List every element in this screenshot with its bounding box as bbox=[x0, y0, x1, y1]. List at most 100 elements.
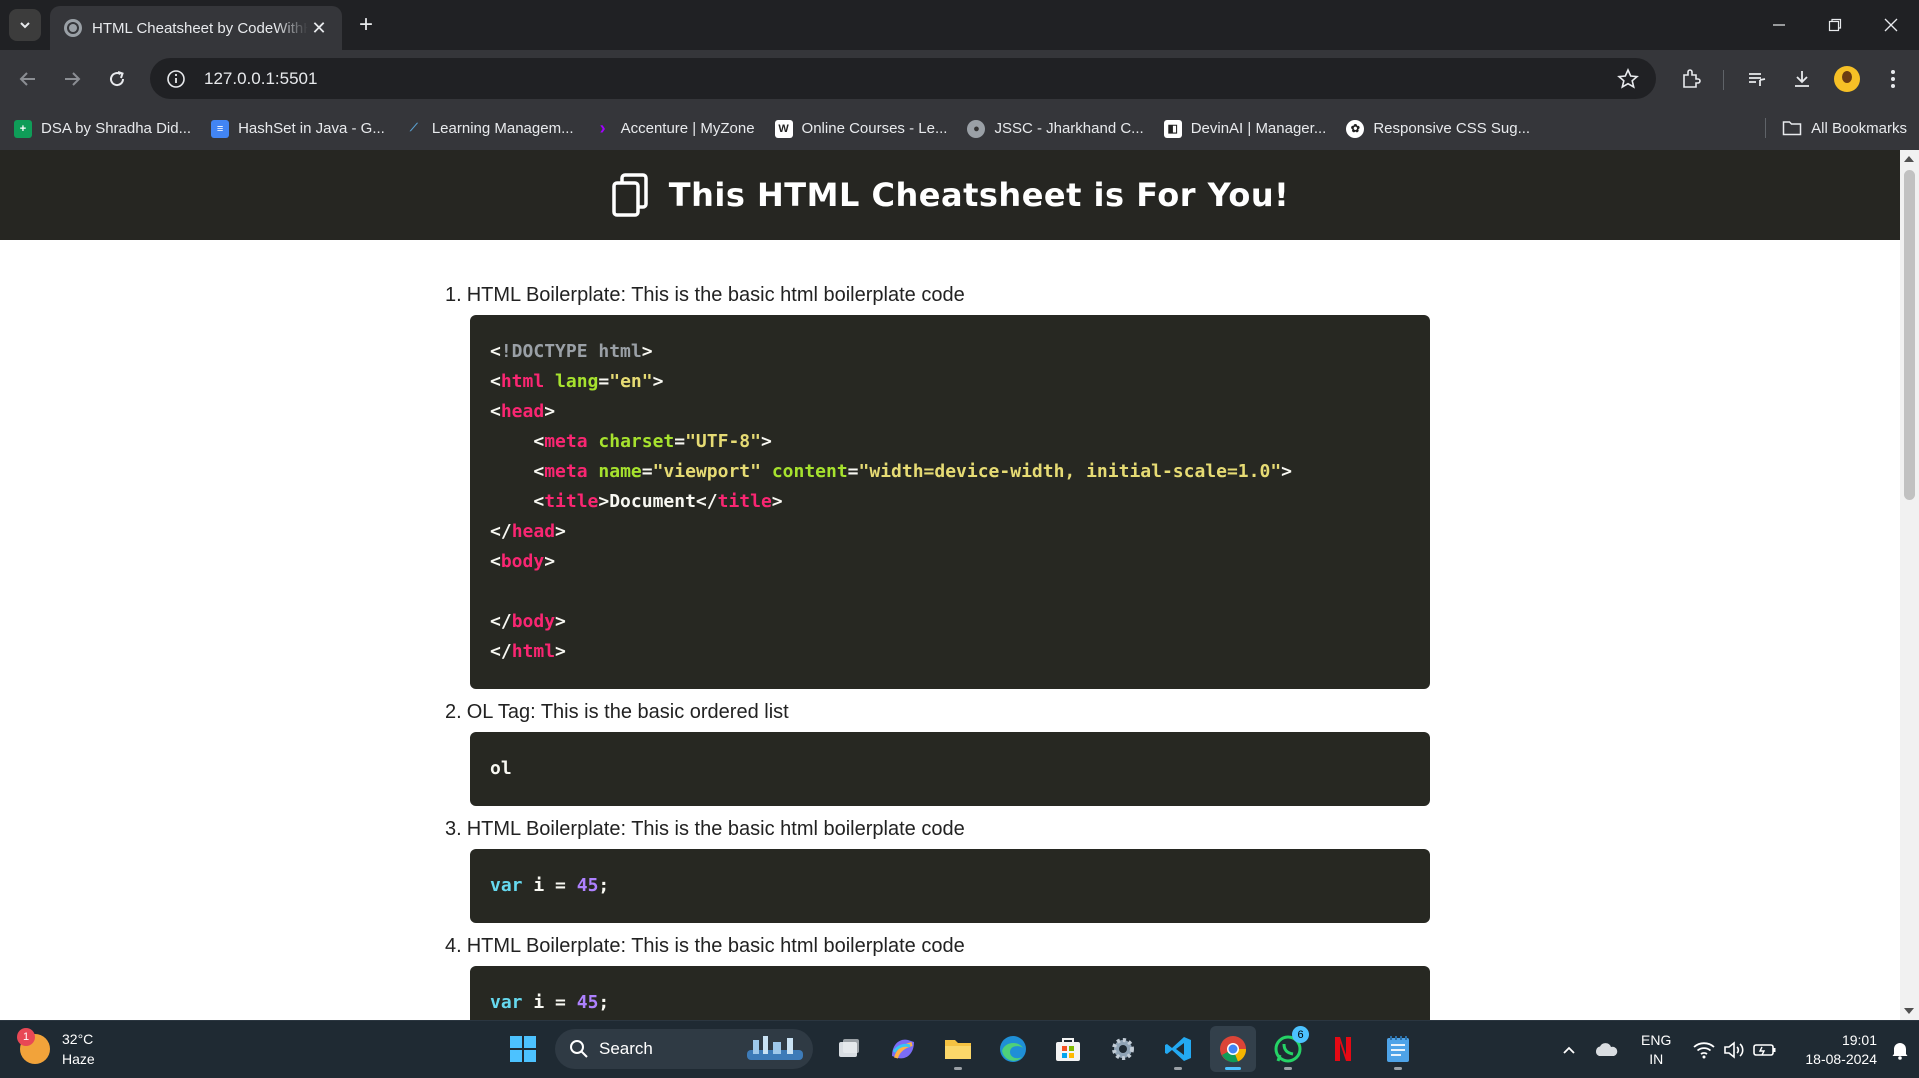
taskbar-store[interactable] bbox=[1045, 1026, 1091, 1072]
docs-icon: ≡ bbox=[211, 119, 230, 138]
taskbar-apps: Search 6 bbox=[500, 1026, 1430, 1072]
item-label: 1. HTML Boilerplate: This is the basic h… bbox=[445, 280, 1430, 310]
clock[interactable]: 19:01 18-08-2024 bbox=[1805, 1031, 1877, 1069]
bookmark-item[interactable]: + DSA by Shradha Did... bbox=[12, 114, 201, 144]
code-block[interactable]: <!DOCTYPE html> <html lang="en"> <head> … bbox=[470, 315, 1430, 689]
bookmark-item[interactable]: ⟋ Learning Managem... bbox=[403, 114, 584, 144]
bookmark-item[interactable]: › Accenture | MyZone bbox=[592, 114, 765, 144]
courses-icon: W bbox=[774, 119, 793, 138]
back-icon[interactable] bbox=[13, 64, 43, 94]
running-indicator bbox=[1225, 1067, 1241, 1070]
gear-icon bbox=[1112, 1038, 1134, 1060]
bookmark-item[interactable]: ● JSSC - Jharkhand C... bbox=[965, 114, 1153, 144]
language-indicator[interactable]: ENG IN bbox=[1641, 1031, 1671, 1069]
close-window-icon[interactable] bbox=[1863, 0, 1919, 50]
item-number: 3. bbox=[445, 818, 462, 840]
extensions-icon[interactable] bbox=[1674, 62, 1708, 96]
list-item: 3. HTML Boilerplate: This is the basic h… bbox=[445, 814, 1430, 923]
scrollbar-thumb[interactable] bbox=[1904, 170, 1915, 500]
media-controls-icon[interactable] bbox=[1740, 62, 1774, 96]
code-block[interactable]: var i = 45; bbox=[470, 966, 1430, 1020]
wifi-icon[interactable] bbox=[1693, 1041, 1715, 1059]
weather-widget[interactable]: 1 32°C Haze bbox=[17, 1028, 95, 1069]
reload-icon[interactable] bbox=[102, 64, 132, 94]
profile-avatar[interactable] bbox=[1830, 62, 1864, 96]
cheatsheet-list: 1. HTML Boilerplate: This is the basic h… bbox=[445, 280, 1430, 1020]
bookmark-item[interactable]: W Online Courses - Le... bbox=[773, 114, 958, 144]
search-label: Search bbox=[599, 1039, 653, 1058]
address-bar[interactable]: 127.0.0.1:5501 bbox=[150, 58, 1656, 99]
item-number: 4. bbox=[445, 935, 462, 957]
taskbar-vscode[interactable] bbox=[1155, 1026, 1201, 1072]
accenture-icon: › bbox=[599, 118, 606, 138]
new-tab-button[interactable]: + bbox=[352, 11, 380, 39]
site-info-icon[interactable] bbox=[156, 59, 196, 99]
toolbar-separator bbox=[1723, 70, 1724, 90]
taskbar-copilot[interactable] bbox=[880, 1026, 926, 1072]
netflix-icon bbox=[1335, 1037, 1351, 1061]
item-number: 2. bbox=[445, 701, 462, 723]
taskbar-netflix[interactable] bbox=[1320, 1026, 1366, 1072]
chrome-icon bbox=[1220, 1036, 1247, 1063]
bookmark-label: Responsive CSS Sug... bbox=[1373, 120, 1531, 137]
browser-toolbar: 127.0.0.1:5501 bbox=[0, 50, 1919, 107]
all-bookmarks-button[interactable]: All Bookmarks bbox=[1765, 113, 1907, 143]
notification-bell-icon[interactable] bbox=[1891, 1040, 1909, 1060]
restore-icon[interactable] bbox=[1807, 0, 1863, 50]
start-button[interactable] bbox=[500, 1026, 546, 1072]
language-code: ENG bbox=[1641, 1032, 1672, 1048]
bookmark-label: Learning Managem... bbox=[431, 120, 574, 137]
tab-title: HTML Cheatsheet by CodeWithHarry bbox=[92, 19, 308, 37]
volume-icon[interactable] bbox=[1723, 1041, 1745, 1059]
active-tab[interactable]: HTML Cheatsheet by CodeWithHarry ✕ bbox=[50, 6, 342, 50]
taskbar-file-explorer[interactable] bbox=[935, 1026, 981, 1072]
taskbar-settings[interactable] bbox=[1100, 1026, 1146, 1072]
task-view-button[interactable] bbox=[825, 1026, 871, 1072]
page-title: This HTML Cheatsheet is For You! bbox=[668, 176, 1290, 214]
weather-condition: Haze bbox=[62, 1051, 95, 1067]
running-indicator bbox=[1284, 1067, 1292, 1070]
system-tray: ENG IN 19:01 18-08-2024 bbox=[1545, 1021, 1909, 1078]
bookmarks-bar: + DSA by Shradha Did... ≡ HashSet in Jav… bbox=[0, 107, 1919, 150]
bookmark-star-icon[interactable] bbox=[1608, 59, 1648, 99]
bookmark-item[interactable]: ≡ HashSet in Java - G... bbox=[209, 114, 395, 144]
scroll-down-arrow[interactable] bbox=[1904, 1008, 1914, 1014]
page-viewport: This HTML Cheatsheet is For You! 1. HTML… bbox=[0, 150, 1919, 1020]
forward-icon[interactable] bbox=[57, 64, 87, 94]
taskbar-whatsapp[interactable]: 6 bbox=[1265, 1026, 1311, 1072]
page-header: This HTML Cheatsheet is For You! bbox=[0, 150, 1900, 240]
weather-badge: 1 bbox=[17, 1028, 35, 1046]
menu-icon[interactable] bbox=[1876, 62, 1910, 96]
vertical-scrollbar[interactable] bbox=[1900, 150, 1919, 1020]
item-text: HTML Boilerplate: This is the basic html… bbox=[466, 284, 965, 306]
battery-icon[interactable] bbox=[1753, 1042, 1777, 1058]
code-block[interactable]: var i = 45; bbox=[470, 849, 1430, 923]
clock-date: 18-08-2024 bbox=[1805, 1051, 1877, 1067]
item-text: HTML Boilerplate: This is the basic html… bbox=[466, 935, 965, 957]
item-text: HTML Boilerplate: This is the basic html… bbox=[466, 818, 965, 840]
bookmark-label: DevinAI | Manager... bbox=[1190, 120, 1327, 137]
bookmark-label: HashSet in Java - G... bbox=[238, 120, 385, 137]
chevron-up-icon[interactable] bbox=[1561, 1042, 1577, 1058]
task-view-icon bbox=[839, 1039, 859, 1057]
minimize-icon[interactable] bbox=[1751, 0, 1807, 50]
code-block[interactable]: ol bbox=[470, 732, 1430, 806]
taskbar-search[interactable]: Search bbox=[555, 1029, 813, 1069]
bookmark-item[interactable]: ✿ Responsive CSS Sug... bbox=[1344, 114, 1540, 144]
taskbar-chrome[interactable] bbox=[1210, 1026, 1256, 1072]
download-icon[interactable] bbox=[1785, 62, 1819, 96]
vscode-icon bbox=[1165, 1037, 1191, 1061]
close-tab-icon[interactable]: ✕ bbox=[308, 17, 330, 39]
taskbar-edge[interactable] bbox=[990, 1026, 1036, 1072]
chevron-down-icon bbox=[20, 22, 30, 29]
item-label: 4. HTML Boilerplate: This is the basic h… bbox=[445, 931, 1430, 961]
tab-search-button[interactable] bbox=[9, 9, 41, 41]
list-item: 4. HTML Boilerplate: This is the basic h… bbox=[445, 931, 1430, 1020]
onedrive-icon[interactable] bbox=[1593, 1042, 1619, 1058]
list-item: 2. OL Tag: This is the basic ordered lis… bbox=[445, 697, 1430, 806]
taskbar-notepad[interactable] bbox=[1375, 1026, 1421, 1072]
url-text[interactable]: 127.0.0.1:5501 bbox=[204, 69, 1608, 89]
avatar bbox=[1834, 66, 1860, 92]
bookmark-item[interactable]: ◧ DevinAI | Manager... bbox=[1162, 114, 1337, 144]
scroll-up-arrow[interactable] bbox=[1904, 156, 1914, 162]
